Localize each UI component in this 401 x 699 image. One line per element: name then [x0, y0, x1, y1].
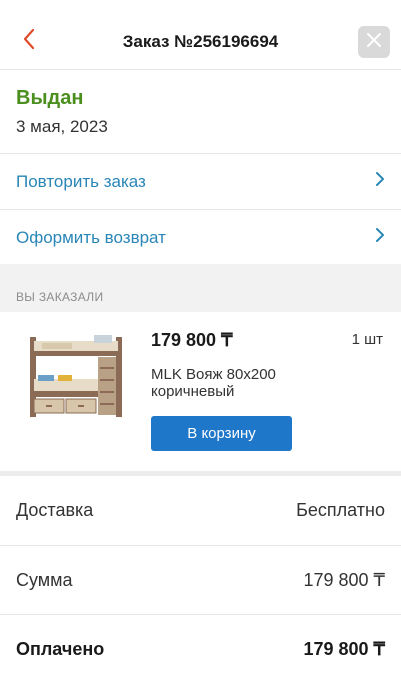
close-button[interactable] — [358, 26, 390, 58]
summary-value: 179 800 ₸ — [303, 569, 385, 590]
close-icon — [366, 32, 382, 53]
chevron-right-icon — [375, 171, 385, 192]
top-bar: Заказ №256196694 — [0, 0, 401, 70]
summary-row-delivery: Доставка Бесплатно — [0, 476, 401, 544]
product-quantity: 1 шт — [351, 331, 383, 348]
order-status: Выдан — [16, 87, 84, 109]
order-date: 3 мая, 2023 — [16, 117, 108, 136]
section-label: ВЫ ЗАКАЗАЛИ — [16, 290, 104, 304]
add-to-cart-button[interactable]: В корзину — [151, 416, 292, 451]
summary-label: Оплачено — [16, 638, 105, 659]
product-name[interactable]: MLK Вояж 80х200 коричневый — [151, 366, 331, 400]
summary-label: Доставка — [16, 499, 94, 520]
page-title: Заказ №256196694 — [122, 32, 279, 51]
repeat-order-row[interactable]: Повторить заказ — [0, 154, 401, 209]
summary-row-total: Сумма 179 800 ₸ — [0, 546, 401, 614]
summary-row-paid: Оплачено 179 800 ₸ — [0, 615, 401, 683]
return-order-label: Оформить возврат — [16, 227, 166, 247]
repeat-order-label: Повторить заказ — [16, 171, 146, 191]
summary-label: Сумма — [16, 569, 73, 590]
return-order-row[interactable]: Оформить возврат — [0, 210, 401, 265]
section-header — [0, 264, 401, 312]
summary-value: 179 800 ₸ — [303, 638, 385, 659]
product-image[interactable] — [24, 327, 130, 427]
chevron-right-icon — [375, 227, 385, 248]
product-price: 179 800 ₸ — [151, 330, 233, 350]
summary-value: Бесплатно — [296, 499, 385, 520]
